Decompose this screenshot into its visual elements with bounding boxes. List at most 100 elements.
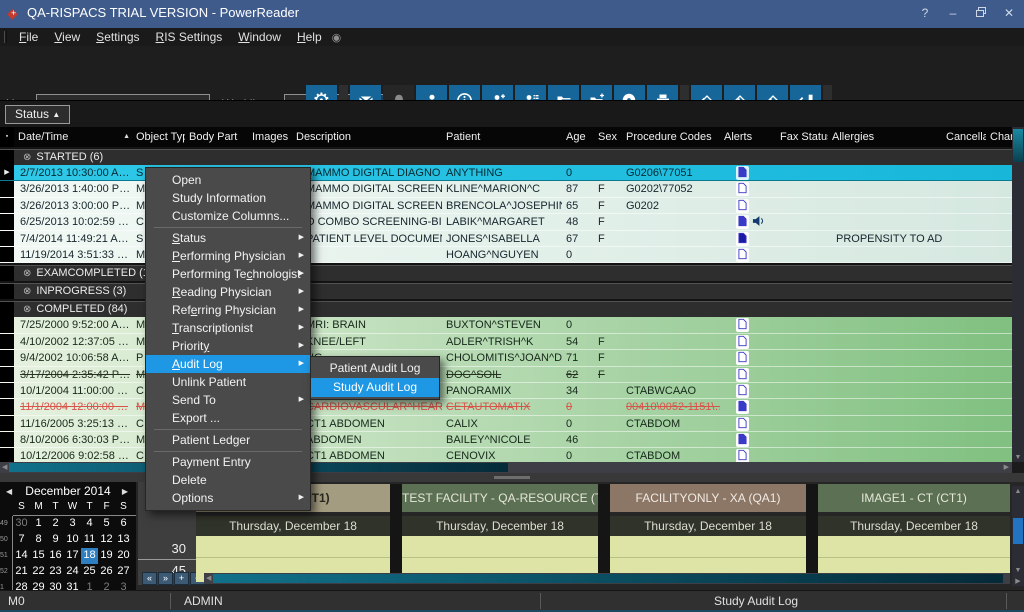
column-header-sex[interactable]: Sex — [594, 127, 622, 147]
calendar-day[interactable]: 30 — [13, 516, 30, 532]
group-by-status-chip[interactable]: Status ▲ — [5, 105, 70, 124]
menu-item-help[interactable]: Help — [289, 30, 330, 44]
calendar-day[interactable]: 23 — [47, 564, 64, 580]
context-menu-item-priority[interactable]: Priority▶ — [146, 337, 310, 355]
group-header-started[interactable]: ⊗STARTED (6) — [0, 149, 1012, 165]
context-menu-item-transcriptionist[interactable]: Transcriptionist▶ — [146, 319, 310, 337]
column-header-date-time[interactable]: Date/Time▲ — [14, 127, 132, 147]
schedule-slot[interactable] — [610, 536, 806, 558]
calendar-day[interactable]: 1 — [81, 580, 98, 590]
scroll-right-icon[interactable]: ▶ — [1004, 462, 1009, 473]
calendar-day[interactable]: 3 — [64, 516, 81, 532]
context-menu-item-study-information[interactable]: Study Information — [146, 189, 310, 207]
calendar-day[interactable]: 28 — [13, 580, 30, 590]
scheduler-vertical-scrollbar[interactable]: ▲ ▼ ▶ — [1012, 486, 1024, 586]
calendar-day[interactable]: 13 — [115, 532, 132, 548]
menu-item-ris-settings[interactable]: RIS Settings — [148, 30, 231, 44]
schedule-slot[interactable] — [196, 536, 390, 558]
column-header-procedure-codes[interactable]: Procedure Codes — [622, 127, 720, 147]
context-menu-item-delete[interactable]: Delete — [146, 471, 310, 489]
menu-item-view[interactable]: View — [46, 30, 88, 44]
context-menu-item-customize-columns-[interactable]: Customize Columns... — [146, 207, 310, 225]
submenu-item-study-audit-log[interactable]: Study Audit Log — [311, 378, 439, 397]
context-menu-item-export-[interactable]: Export ... — [146, 409, 310, 427]
restore-button[interactable] — [970, 4, 992, 22]
splitter-grip[interactable] — [494, 476, 530, 479]
calendar-day[interactable]: 5 — [98, 516, 115, 532]
context-menu-item-reading-physician[interactable]: Reading Physician▶ — [146, 283, 310, 301]
collapse-group-icon[interactable]: ⊗ — [23, 284, 31, 299]
calendar-day[interactable]: 31 — [64, 580, 81, 590]
calendar-day[interactable]: 24 — [64, 564, 81, 580]
column-header-alerts[interactable]: Alerts — [720, 127, 776, 147]
calendar-day[interactable]: 16 — [47, 548, 64, 564]
calendar-day[interactable]: 1 — [30, 516, 47, 532]
calendar-day[interactable]: 6 — [115, 516, 132, 532]
calendar-day[interactable]: 25 — [81, 564, 98, 580]
calendar-day[interactable]: 3 — [115, 580, 132, 590]
calendar-day[interactable]: 27 — [115, 564, 132, 580]
scroll-down-icon[interactable]: ▼ — [1012, 454, 1024, 461]
column-header-charge[interactable]: Charge — [986, 127, 1012, 147]
context-menu-item-open[interactable]: Open — [146, 171, 310, 189]
context-menu-item-referring-physician[interactable]: Referring Physician▶ — [146, 301, 310, 319]
column-header-allergies[interactable]: Allergies — [828, 127, 942, 147]
menu-item-file[interactable]: File — [11, 30, 46, 44]
close-window-button[interactable]: ✕ — [998, 4, 1020, 22]
column-header-patient[interactable]: Patient — [442, 127, 562, 147]
context-menu-item-status[interactable]: Status▶ — [146, 229, 310, 247]
calendar-day[interactable]: 11 — [81, 532, 98, 548]
context-menu-item-payment-entry[interactable]: Payment Entry — [146, 453, 310, 471]
minimize-button[interactable]: – — [942, 4, 964, 22]
calendar-day[interactable]: 12 — [98, 532, 115, 548]
scroll-left-icon[interactable]: ◀ — [206, 573, 211, 584]
calendar-day[interactable]: 30 — [47, 580, 64, 590]
calendar-day-selected[interactable]: 18 — [81, 548, 98, 564]
menu-item-window[interactable]: Window — [230, 30, 289, 44]
context-menu-item-unlink-patient[interactable]: Unlink Patient — [146, 373, 310, 391]
calendar-day[interactable]: 10 — [64, 532, 81, 548]
table-vertical-scrollbar[interactable]: ▼ — [1012, 127, 1024, 462]
menu-item-settings[interactable]: Settings — [88, 30, 147, 44]
scroll-right-icon[interactable]: ▶ — [1012, 577, 1024, 585]
scroll-down-icon[interactable]: ▼ — [1012, 567, 1024, 574]
calendar-day[interactable]: 2 — [98, 580, 115, 590]
column-header-cancellation[interactable]: Cancellation — [942, 127, 986, 147]
column-header-age[interactable]: Age — [562, 127, 594, 147]
schedule-slot[interactable] — [402, 536, 598, 558]
context-menu-item-performing-technologist[interactable]: Performing Technologist▶ — [146, 265, 310, 283]
calendar-day[interactable]: 7 — [13, 532, 30, 548]
scroll-left-icon[interactable]: ◀ — [2, 462, 7, 473]
calendar-day[interactable]: 22 — [30, 564, 47, 580]
calendar-day[interactable]: 17 — [64, 548, 81, 564]
scroll-up-icon[interactable]: ▲ — [1012, 488, 1024, 495]
collapse-group-icon[interactable]: ⊗ — [23, 302, 31, 317]
column-header-description[interactable]: Description — [292, 127, 442, 147]
calendar-prev-icon[interactable]: ◀ — [6, 482, 12, 501]
calendar-day[interactable]: 20 — [115, 548, 132, 564]
calendar-day[interactable]: 29 — [30, 580, 47, 590]
collapse-group-icon[interactable]: ⊗ — [23, 150, 31, 165]
collapse-group-icon[interactable]: ⊗ — [23, 266, 31, 281]
context-menu-item-patient-ledger[interactable]: Patient Ledger — [146, 431, 310, 449]
column-header-images[interactable]: Images — [248, 127, 292, 147]
schedule-slot[interactable] — [818, 536, 1010, 558]
context-menu-item-audit-log[interactable]: Audit Log▶ — [146, 355, 310, 373]
calendar-day[interactable]: 4 — [81, 516, 98, 532]
calendar-day[interactable]: 14 — [13, 548, 30, 564]
calendar-day[interactable]: 26 — [98, 564, 115, 580]
context-menu-item-performing-physician[interactable]: Performing Physician▶ — [146, 247, 310, 265]
scheduler-horizontal-scrollbar[interactable]: ◀ — [204, 573, 1010, 584]
calendar-day[interactable]: 9 — [47, 532, 64, 548]
context-menu-item-options[interactable]: Options▶ — [146, 489, 310, 507]
submenu-item-patient-audit-log[interactable]: Patient Audit Log — [311, 359, 439, 378]
column-header-fax-status[interactable]: Fax Status — [776, 127, 828, 147]
calendar-day[interactable]: 15 — [30, 548, 47, 564]
zoom-in-icon[interactable]: + — [174, 572, 189, 585]
scheduler-last-icon[interactable]: » — [158, 572, 173, 585]
column-header-object-type[interactable]: Object Type — [132, 127, 185, 147]
calendar-day[interactable]: 2 — [47, 516, 64, 532]
scheduler-first-icon[interactable]: « — [142, 572, 157, 585]
context-menu-item-send-to[interactable]: Send To▶ — [146, 391, 310, 409]
calendar-day[interactable]: 21 — [13, 564, 30, 580]
